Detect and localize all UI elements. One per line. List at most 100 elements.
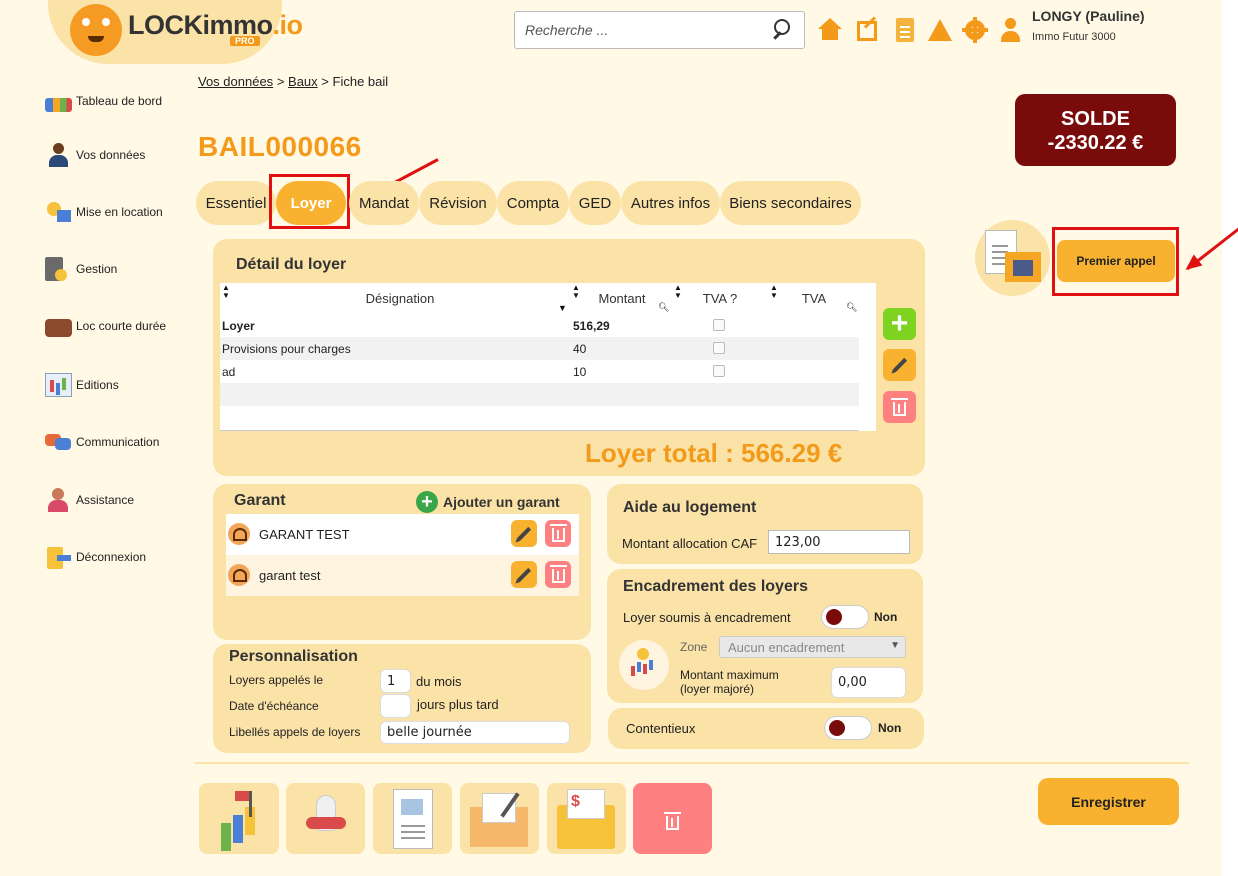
solde-label: SOLDE (1061, 108, 1130, 130)
loyer-table: Désignation ▲ ▼ ▼ Montant ▲ ▼ 🔍︎ TVA ? ▲ ▼ … (220, 283, 876, 431)
loyers-appeles-jour-input[interactable]: 1 (380, 669, 411, 693)
document-icon[interactable] (892, 16, 918, 44)
sort-icon[interactable]: ▲ ▼ (222, 284, 230, 300)
mail-envelope-icon[interactable] (460, 783, 539, 854)
person-icon (45, 143, 72, 167)
gear-icon[interactable] (962, 16, 988, 44)
column-header-tva-question[interactable]: TVA ? (676, 283, 764, 314)
sidebar-item-gestion[interactable]: Gestion (45, 256, 117, 282)
tva-checkbox[interactable] (713, 319, 725, 331)
libelles-appels-input[interactable]: belle journée (380, 721, 570, 744)
encadrement-toggle[interactable] (821, 605, 869, 629)
pencil-icon (516, 526, 532, 541)
tva-checkbox[interactable] (713, 342, 725, 354)
add-row-button[interactable]: + (883, 307, 916, 340)
filter-active-icon[interactable]: ▼ (558, 303, 567, 313)
loyer-total: Loyer total : 566.29 € (585, 438, 843, 468)
column-header-designation[interactable]: Désignation (220, 283, 580, 314)
filter-search-icon[interactable]: 🔍︎ (846, 302, 857, 313)
personnalisation-title: Personnalisation (229, 648, 358, 665)
sidebar-item-tableau-de-bord[interactable]: Tableau de bord (45, 88, 162, 114)
home-icon[interactable] (817, 16, 843, 44)
table-row[interactable]: ad 10 (220, 360, 859, 383)
sidebar-item-communication[interactable]: Communication (45, 429, 159, 455)
logo[interactable]: LOCKimmo.io (128, 10, 303, 41)
dashboard-icon (45, 98, 72, 112)
tab-ged[interactable]: GED (569, 181, 621, 225)
search-input[interactable] (515, 12, 765, 48)
rocket-icon[interactable] (286, 783, 365, 854)
breadcrumb-vos-donnees[interactable]: Vos données (198, 74, 273, 89)
edit-row-button[interactable] (883, 349, 916, 381)
column-header-montant[interactable]: Montant (572, 283, 672, 314)
footer-divider (195, 762, 1189, 764)
delete-garant-button[interactable] (545, 520, 571, 547)
chart-flag-icon[interactable] (199, 783, 279, 854)
search-button[interactable] (768, 16, 798, 44)
invoice-folder-icon[interactable]: $ (547, 783, 626, 854)
filter-search-icon[interactable]: 🔍︎ (658, 302, 669, 313)
sidebar-item-editions[interactable]: Editions (45, 372, 119, 398)
add-garant-button[interactable]: + Ajouter un garant (416, 491, 560, 513)
aide-logement-title: Aide au logement (623, 499, 757, 516)
sidebar-item-loc-courte-duree[interactable]: Loc courte durée (45, 313, 166, 339)
logout-icon (45, 545, 72, 569)
sort-icon[interactable]: ▲ ▼ (674, 284, 682, 300)
annotation-box-loyer (269, 174, 350, 229)
lease-document-icon[interactable] (373, 783, 452, 854)
logo-cat-icon[interactable] (70, 4, 122, 56)
delete-garant-button[interactable] (545, 561, 571, 588)
delete-row-button[interactable] (883, 391, 916, 423)
key-house-icon (45, 200, 72, 224)
user-agency: Immo Futur 3000 (1032, 31, 1116, 43)
user-icon[interactable] (998, 16, 1024, 44)
annotation-box-premier-appel (1052, 227, 1179, 296)
external-link-icon[interactable] (855, 16, 881, 44)
montant-caf-input[interactable]: 123,00 (768, 530, 910, 554)
sidebar-item-mise-en-location[interactable]: Mise en location (45, 199, 163, 225)
lease-document-house-icon (975, 220, 1050, 296)
edit-garant-button[interactable] (511, 520, 537, 547)
table-row[interactable]: Provisions pour charges 40 (220, 337, 859, 360)
solde-value: -2330.22 € (1047, 132, 1144, 154)
sort-icon[interactable]: ▲ ▼ (572, 284, 580, 300)
column-header-tva[interactable]: TVA (770, 283, 858, 314)
tab-biens-secondaires[interactable]: Biens secondaires (720, 181, 861, 225)
edit-garant-button[interactable] (511, 561, 537, 588)
zone-label: Zone (680, 640, 708, 654)
breadcrumb-baux[interactable]: Baux (288, 74, 318, 89)
sidebar-item-vos-donnees[interactable]: Vos données (45, 142, 145, 168)
trash-icon (664, 812, 681, 830)
date-echeance-input[interactable] (380, 694, 411, 718)
trash-icon (549, 565, 567, 583)
trash-icon (549, 524, 567, 542)
sidebar-item-deconnexion[interactable]: Déconnexion (45, 544, 146, 570)
contentieux-toggle[interactable] (824, 716, 872, 740)
chat-icon (45, 430, 72, 454)
breadcrumb: Vos données > Baux > Fiche bail (198, 74, 389, 89)
tva-checkbox[interactable] (713, 365, 725, 377)
table-row[interactable]: Loyer 516,29 (220, 314, 859, 337)
rent-cap-chart-icon (619, 640, 669, 690)
table-row-empty (220, 383, 859, 406)
delete-lease-button[interactable] (633, 783, 712, 854)
chevron-down-icon: ▼ (890, 640, 900, 651)
save-button[interactable]: Enregistrer (1038, 778, 1179, 825)
report-icon (45, 373, 72, 397)
montant-max-input[interactable]: 0,00 (831, 667, 906, 698)
tab-autres-infos[interactable]: Autres infos (621, 181, 720, 225)
sidebar-item-assistance[interactable]: Assistance (45, 487, 134, 513)
guarantor-icon (228, 564, 250, 586)
page: LOCKimmo.io PRO LONGY (Pauline) Immo Fut… (0, 0, 1238, 876)
sort-icon[interactable]: ▲ ▼ (770, 284, 778, 300)
tab-essentiel[interactable]: Essentiel (196, 181, 276, 225)
user-name: LONGY (Pauline) (1032, 8, 1145, 24)
tab-mandat[interactable]: Mandat (349, 181, 419, 225)
tab-compta[interactable]: Compta (497, 181, 569, 225)
encadrement-title: Encadrement des loyers (623, 578, 808, 595)
tent-icon[interactable] (927, 16, 953, 44)
annotation-arrow-premier-appel (1186, 217, 1238, 271)
zone-select[interactable]: Aucun encadrement ▼ (719, 636, 906, 658)
trash-icon (891, 397, 908, 416)
tab-revision[interactable]: Révision (419, 181, 497, 225)
